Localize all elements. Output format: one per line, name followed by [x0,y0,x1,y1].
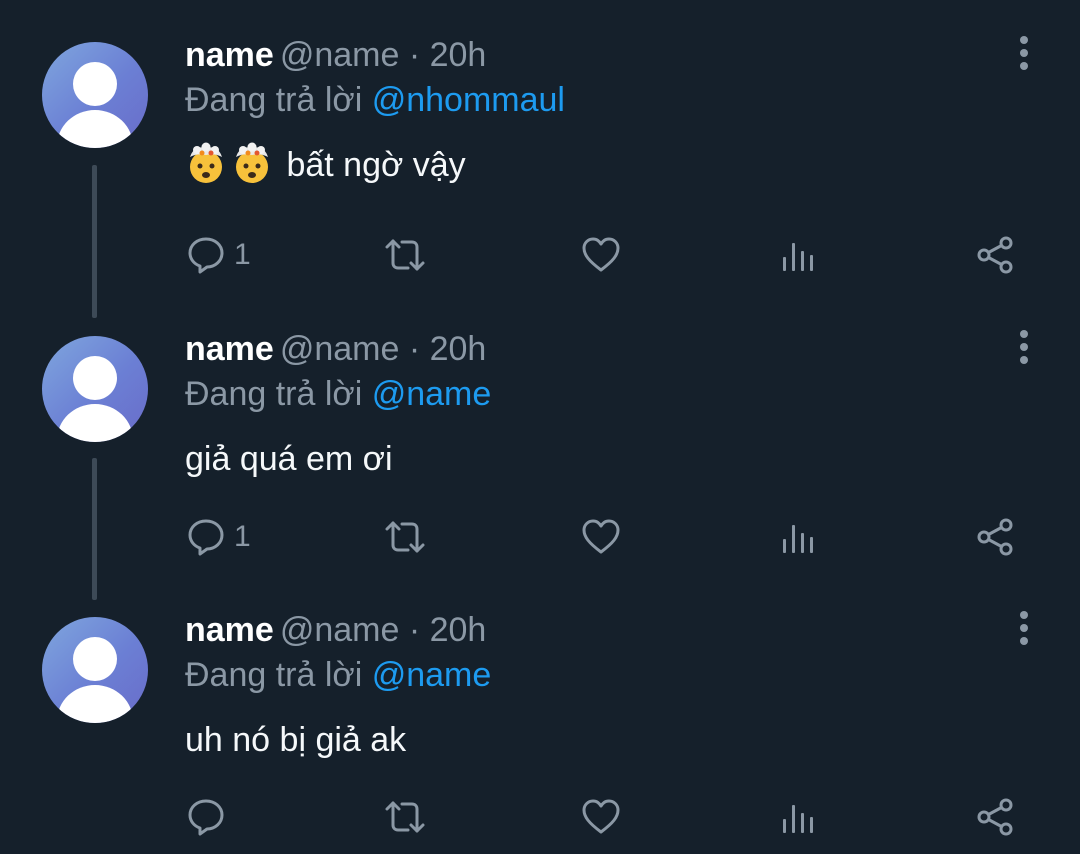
reply-count: 1 [234,238,251,271]
retweet-button[interactable] [383,793,427,841]
mention-link[interactable]: @nhommaul [372,81,565,119]
like-icon [581,797,621,837]
tweet-text: uh nó bị giả ak [185,716,406,764]
share-button[interactable] [975,513,1015,561]
reply-button[interactable] [186,793,234,841]
handle-and-time: @name · 20h [279,36,487,74]
share-button[interactable] [975,231,1015,279]
retweet-icon [383,235,427,275]
tweet-text: bất ngờ vậy [185,141,466,189]
retweet-button[interactable] [383,513,427,561]
analytics-icon [778,797,818,837]
analytics-icon [778,517,818,557]
tweet-header: name @name · 20h [185,608,486,652]
tweet-text: giả quá em ơi [185,435,393,483]
mention-link[interactable]: @name [372,656,492,694]
tweet-actions: 1 [0,231,1080,279]
avatar[interactable] [42,617,148,723]
more-icon[interactable] [1006,325,1042,369]
share-icon [975,235,1015,275]
like-button[interactable] [581,231,621,279]
like-icon [581,517,621,557]
share-icon [975,797,1015,837]
exploding-head-emoji [231,142,273,184]
like-button[interactable] [581,793,621,841]
tweet-actions [0,793,1080,841]
replying-to: Đang trả lời @nhommaul [185,78,565,122]
tweet-text-content: giả quá em ơi [185,440,393,478]
reply-icon [186,235,226,275]
analytics-icon [778,235,818,275]
handle-and-time: @name · 20h [279,330,487,368]
like-button[interactable] [581,513,621,561]
replying-to: Đang trả lời @name [185,653,491,697]
avatar[interactable] [42,42,148,148]
display-name[interactable]: name [185,330,274,368]
replying-to-label: Đang trả lời [185,375,363,413]
analytics-button[interactable] [778,231,818,279]
more-icon[interactable] [1006,606,1042,650]
analytics-button[interactable] [778,513,818,561]
display-name[interactable]: name [185,36,274,74]
more-icon[interactable] [1006,31,1042,75]
like-icon [581,235,621,275]
retweet-icon [383,517,427,557]
reply-icon [186,797,226,837]
replying-to-label: Đang trả lời [185,656,363,694]
display-name[interactable]: name [185,611,274,649]
replying-to: Đang trả lời @name [185,372,491,416]
retweet-button[interactable] [383,231,427,279]
tweet-header: name @name · 20h [185,33,486,77]
share-button[interactable] [975,793,1015,841]
reply-count: 1 [234,520,251,553]
retweet-icon [383,797,427,837]
avatar[interactable] [42,336,148,442]
tweet-text-content: bất ngờ vậy [286,146,466,184]
analytics-button[interactable] [778,793,818,841]
mention-link[interactable]: @name [372,375,492,413]
handle-and-time: @name · 20h [279,611,487,649]
tweet-text-content: uh nó bị giả ak [185,721,407,759]
tweet-header: name @name · 20h [185,327,486,371]
tweet-actions: 1 [0,513,1080,561]
reply-icon [186,517,226,557]
share-icon [975,517,1015,557]
reply-button[interactable]: 1 [186,513,251,561]
reply-button[interactable]: 1 [186,231,251,279]
exploding-head-emoji [185,142,227,184]
replying-to-label: Đang trả lời [185,81,363,119]
